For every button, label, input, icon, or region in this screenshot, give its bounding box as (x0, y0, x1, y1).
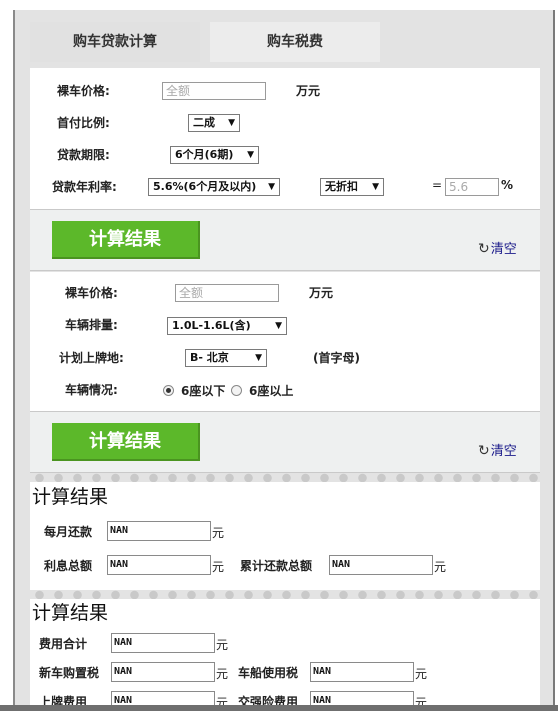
down-payment-value: 二成 (193, 116, 215, 129)
tab-bar: 购车贷款计算 购车税费 (15, 10, 553, 62)
clear-label: 清空 (490, 242, 517, 257)
percent-sign: % (501, 178, 514, 192)
fee-total-label: 费用合计 (39, 637, 88, 651)
chevron-down-icon: ▼ (247, 150, 254, 160)
monthly-payment-label: 每月还款 (44, 525, 93, 539)
price-input[interactable]: 全额 (162, 82, 266, 100)
plate-location-select[interactable]: B- 北京 ▼ (185, 349, 267, 367)
interest-total-unit: 元 (212, 560, 225, 574)
interest-rate-value: 5.6%(6个月及以内) (153, 180, 257, 193)
purchase-tax-value: NAN (111, 662, 215, 682)
tax-price-label: 裸车价格: (65, 286, 118, 300)
interest-rate-select[interactable]: 5.6%(6个月及以内) ▼ (148, 178, 280, 196)
tax-result-title: 计算结果 (32, 602, 109, 624)
down-payment-label: 首付比例: (57, 116, 110, 130)
total-repayment-unit: 元 (434, 560, 447, 574)
calculator-frame: 购车贷款计算 购车税费 裸车价格: 全额 万元 首付比例: 二成 ▼ 贷款期限:… (13, 10, 555, 711)
interest-total-label: 利息总额 (44, 559, 93, 573)
chevron-down-icon: ▼ (228, 118, 235, 128)
tax-action-bar: 计算结果 ↻清空 (30, 411, 540, 473)
plate-location-value: B- 北京 (190, 351, 229, 364)
tax-calculate-button[interactable]: 计算结果 (52, 423, 200, 461)
equals-sign: = (432, 178, 443, 192)
loan-term-label: 贷款期限: (57, 148, 110, 162)
seats-under6-radio[interactable] (163, 385, 174, 396)
loan-term-select[interactable]: 6个月(6期) ▼ (170, 146, 259, 164)
monthly-payment-unit: 元 (212, 526, 225, 540)
chevron-down-icon: ▼ (255, 353, 262, 363)
interest-rate-label: 贷款年利率: (52, 180, 117, 194)
loan-action-bar: 计算结果 ↻清空 (30, 209, 540, 271)
plate-location-label: 计划上牌地: (59, 351, 124, 365)
rate-result-field: 5.6 (445, 178, 499, 196)
tax-form-panel: 裸车价格: 全额 万元 车辆排量: 1.0L-1.6L(含) ▼ 计划上牌地: … (30, 272, 540, 411)
displacement-select[interactable]: 1.0L-1.6L(含) ▼ (167, 317, 287, 335)
discount-value: 无折扣 (325, 180, 358, 193)
tab-purchase-tax[interactable]: 购车税费 (210, 22, 380, 62)
displacement-value: 1.0L-1.6L(含) (172, 319, 251, 332)
purchase-tax-label: 新车购置税 (39, 666, 100, 680)
fee-total-value: NAN (111, 633, 215, 653)
loan-clear-button[interactable]: ↻清空 (478, 238, 517, 257)
price-unit: 万元 (296, 84, 321, 98)
vessel-tax-value: NAN (310, 662, 414, 682)
vehicle-seats-label: 车辆情况: (65, 383, 118, 397)
loan-calculate-button[interactable]: 计算结果 (52, 221, 200, 259)
interest-total-value: NAN (107, 555, 211, 575)
tax-price-input[interactable]: 全额 (175, 284, 279, 302)
displacement-label: 车辆排量: (65, 318, 118, 332)
fee-total-unit: 元 (216, 638, 229, 652)
discount-select[interactable]: 无折扣 ▼ (320, 178, 384, 196)
loan-result-panel: 计算结果 每月还款 NAN 元 利息总额 NAN 元 累计还款总额 NAN 元 (30, 482, 540, 590)
seats-over6-radio[interactable] (231, 385, 242, 396)
refresh-icon: ↻ (478, 443, 490, 459)
clear-label: 清空 (490, 444, 517, 459)
loan-form-panel: 裸车价格: 全额 万元 首付比例: 二成 ▼ 贷款期限: 6个月(6期) ▼ 贷… (30, 68, 540, 209)
loan-result-title: 计算结果 (32, 486, 109, 508)
down-payment-select[interactable]: 二成 ▼ (188, 114, 240, 132)
total-repayment-label: 累计还款总额 (240, 559, 313, 573)
chevron-down-icon: ▼ (275, 321, 282, 331)
tax-clear-button[interactable]: ↻清空 (478, 440, 517, 459)
tab-loan-calculator[interactable]: 购车贷款计算 (30, 22, 200, 62)
loan-term-value: 6个月(6期) (175, 148, 234, 161)
chevron-down-icon: ▼ (372, 182, 379, 192)
refresh-icon: ↻ (478, 241, 490, 257)
vessel-tax-label: 车船使用税 (238, 666, 299, 680)
seats-under6-label[interactable]: 6座以下 (181, 382, 225, 399)
plate-hint: (首字母) (313, 351, 360, 365)
total-repayment-value: NAN (329, 555, 433, 575)
tax-price-unit: 万元 (309, 286, 334, 300)
purchase-tax-unit: 元 (216, 667, 229, 681)
vessel-tax-unit: 元 (415, 667, 428, 681)
window-bottom-edge (0, 705, 558, 711)
chevron-down-icon: ▼ (268, 182, 275, 192)
tax-result-panel: 计算结果 费用合计 NAN 元 新车购置税 NAN 元 车船使用税 NAN 元 … (30, 599, 540, 711)
price-label: 裸车价格: (57, 84, 110, 98)
seats-over6-label[interactable]: 6座以上 (249, 382, 293, 399)
monthly-payment-value: NAN (107, 521, 211, 541)
